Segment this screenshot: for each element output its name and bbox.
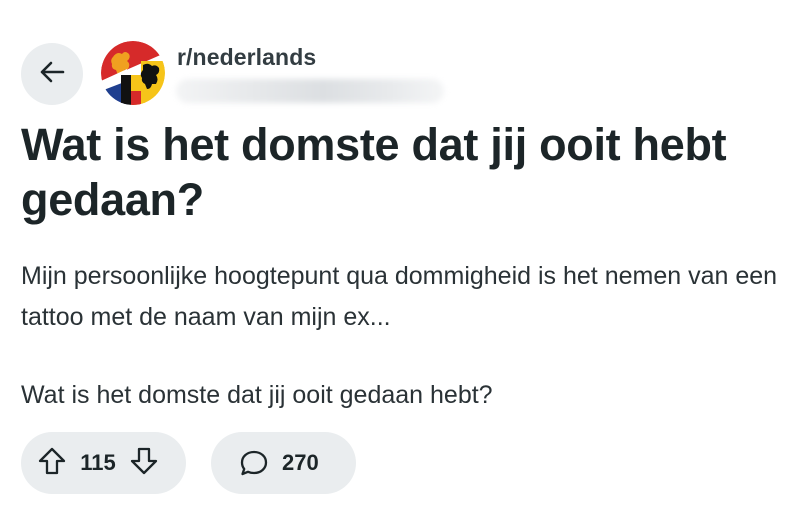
post-title: Wat is het domste dat jij ooit hebt geda…	[21, 119, 727, 225]
arrow-left-icon	[39, 59, 65, 90]
back-button[interactable]	[21, 43, 83, 105]
arrow-up-outline-icon	[37, 446, 67, 481]
arrow-down-outline-icon	[129, 446, 159, 481]
comment-count: 270	[282, 450, 319, 475]
downvote-button[interactable]	[124, 443, 164, 483]
blurred-username	[176, 79, 444, 103]
post-body-paragraph: Wat is het domste dat jij ooit gedaan he…	[21, 381, 493, 409]
post-page: r/nederlands Wat is het domste dat jij o…	[0, 0, 806, 514]
comments-button[interactable]: 270	[211, 432, 356, 494]
upvote-button[interactable]	[32, 443, 72, 483]
subreddit-flag-avatar	[101, 41, 165, 105]
post-body-paragraph: Mijn persoonlijke hoogtepunt qua dommigh…	[21, 262, 778, 331]
vote-control: 115	[21, 432, 186, 494]
speech-bubble-icon	[238, 447, 270, 479]
post-body: Mijn persoonlijke hoogtepunt qua dommigh…	[21, 256, 801, 416]
subreddit-name[interactable]: r/nederlands	[177, 44, 316, 71]
vote-count: 115	[80, 450, 116, 475]
subreddit-avatar[interactable]	[101, 41, 165, 105]
